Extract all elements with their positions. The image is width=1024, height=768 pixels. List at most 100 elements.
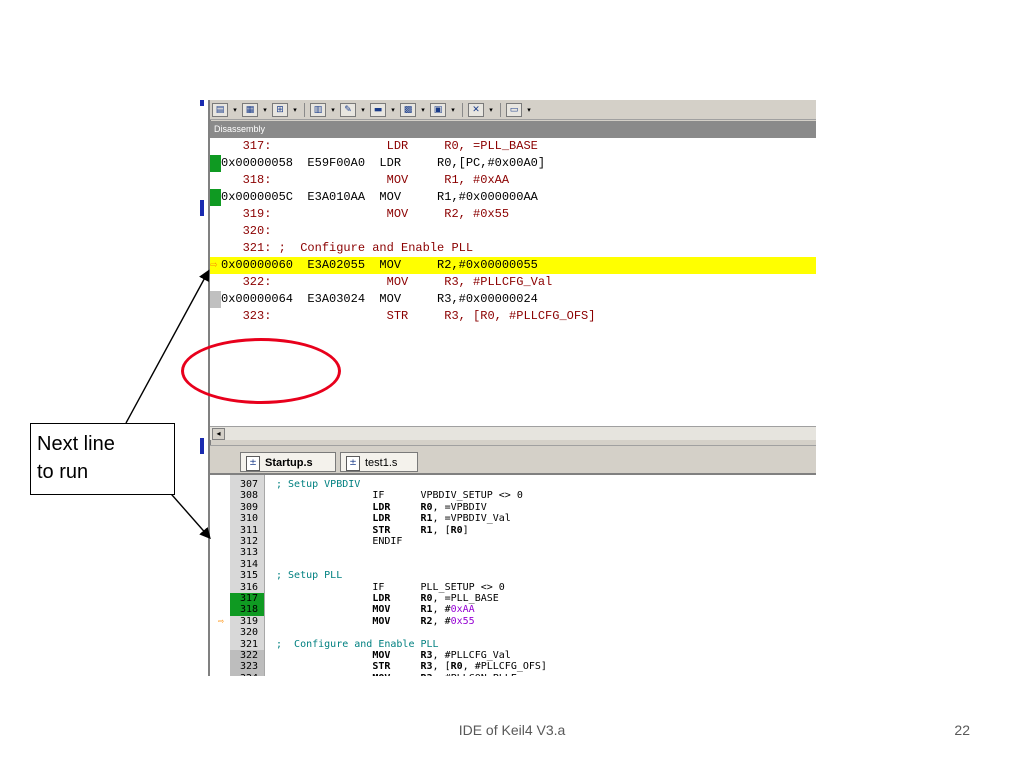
comment-token: ; Setup VPBDIV <box>276 479 361 490</box>
source-line[interactable]: 321 ; Configure and Enable PLL <box>210 639 816 650</box>
line-number: 310 <box>240 513 259 525</box>
memory-icon[interactable]: ▥ <box>310 102 326 117</box>
code-text: LDR R1, =VPBDIV_Val <box>276 513 511 524</box>
disassembly-source-line[interactable]: 317: LDR R0, =PLL_BASE <box>210 138 816 155</box>
code-token: , =PLL_BASE <box>432 593 499 604</box>
chevron-down-icon[interactable]: ▾ <box>487 103 495 117</box>
source-line[interactable]: 324 MOV R3, #PLLCON_PLLE <box>210 672 816 676</box>
source-line[interactable]: 322 MOV R3, #PLLCFG_Val <box>210 650 816 662</box>
source-line[interactable]: 323 STR R3, [R0, #PLLCFG_OFS] <box>210 661 816 673</box>
asm-file-icon: ± <box>246 456 260 471</box>
system-viewer-icon[interactable]: ▣ <box>430 102 446 117</box>
disassembly-instruction-line[interactable]: 0x00000064 E3A03024 MOV R3,#0x00000024 <box>210 291 816 308</box>
disassembly-source-line[interactable]: 322: MOV R3, #PLLCFG_Val <box>210 274 816 291</box>
keyword-token: STR <box>372 661 391 673</box>
disassembly-source-line[interactable]: 323: STR R3, [R0, #PLLCFG_OFS] <box>210 308 816 325</box>
line-number: 324 <box>240 673 258 676</box>
code-marker <box>210 291 221 308</box>
line-number: 319 <box>240 615 259 627</box>
line-number: 320 <box>240 627 259 639</box>
window-icon[interactable]: ▭ <box>506 102 522 117</box>
source-line[interactable]: 307 ; Setup VPBDIV <box>210 479 816 490</box>
source-editor[interactable]: 307 ; Setup VPBDIV 308 IF VPBDIV_SETUP <> … <box>210 473 816 676</box>
source-line[interactable]: 313 <box>210 547 816 558</box>
code-token: ENDIF <box>276 536 403 547</box>
tab-label: Startup.s <box>265 457 313 469</box>
source-line[interactable]: 312 ENDIF <box>210 536 816 547</box>
line-number: 314 <box>240 558 259 570</box>
scroll-left-icon[interactable]: ◂ <box>212 428 225 440</box>
code-text: MOV R2, #0x55 <box>276 615 474 627</box>
watch-icon[interactable]: ⊞ <box>272 102 288 117</box>
trace-icon[interactable]: ▩ <box>400 102 416 117</box>
source-line[interactable]: 320 <box>210 627 816 638</box>
code-token: , #PLLCFG_OFS] <box>462 661 547 673</box>
source-line[interactable]: 317 LDR R0, =PLL_BASE <box>210 593 816 605</box>
arrow-to-disassembly <box>125 269 210 424</box>
disassembly-source-line[interactable]: 319: MOV R2, #0x55 <box>210 206 816 223</box>
disassembly-instruction-line[interactable]: 0x0000005C E3A010AA MOV R1,#0x000000AA <box>210 189 816 206</box>
chevron-down-icon[interactable]: ▾ <box>329 103 337 117</box>
gutter-cell <box>210 172 221 189</box>
gutter-cell <box>210 206 221 223</box>
line-text: 320: <box>221 224 272 238</box>
toolbar-separator <box>500 102 501 117</box>
source-line[interactable]: 315 ; Setup PLL <box>210 570 816 581</box>
comment-token: ; Setup PLL <box>276 570 343 582</box>
keyword-token: MOV <box>372 615 391 627</box>
chevron-down-icon[interactable]: ▾ <box>389 103 397 117</box>
source-line[interactable]: 318 MOV R1, #0xAA <box>210 604 816 616</box>
chevron-down-icon[interactable]: ▾ <box>291 103 299 117</box>
gutter-cell <box>210 308 221 325</box>
tab-startup[interactable]: ± Startup.s <box>240 452 336 472</box>
chevron-down-icon[interactable]: ▾ <box>449 103 457 117</box>
source-line[interactable]: 310 LDR R1, =VPBDIV_Val <box>210 513 816 524</box>
chevron-down-icon[interactable]: ▾ <box>419 103 427 117</box>
chevron-down-icon[interactable]: ▾ <box>525 103 533 117</box>
disassembly-source-line[interactable]: 318: MOV R1, #0xAA <box>210 172 816 189</box>
disassembly-source-line[interactable]: 320: <box>210 223 816 240</box>
gutter-cell <box>210 223 221 240</box>
analysis-icon[interactable]: ▬ <box>370 102 386 117</box>
keyword-token: LDR <box>372 593 391 604</box>
keyword-token: R3 <box>421 673 433 676</box>
serial-icon[interactable]: ✎ <box>340 102 356 117</box>
disassembly-instruction-line[interactable]: ⇨ 0x00000060 E3A02055 MOV R2,#0x00000055 <box>210 257 816 274</box>
source-line[interactable]: 311 STR R1, [R0] <box>210 525 816 536</box>
disassembly-instruction-line[interactable]: 0x00000058 E59F00A0 LDR R0,[PC,#0x00A0] <box>210 155 816 172</box>
source-line[interactable]: 314 <box>210 559 816 570</box>
line-text: 318: MOV R1, #0xAA <box>221 173 510 187</box>
source-line[interactable]: 309 LDR R0, =VPBDIV <box>210 502 816 513</box>
chevron-down-icon[interactable]: ▾ <box>261 103 269 117</box>
source-line[interactable]: 316 IF PLL_SETUP <> 0 <box>210 582 816 593</box>
cpu-icon[interactable]: ▤ <box>212 102 228 117</box>
source-line[interactable]: ⇨ 319 MOV R2, #0x55 <box>210 616 816 627</box>
tab-test1[interactable]: ± test1.s <box>340 452 418 472</box>
registers-icon[interactable]: ▦ <box>242 102 258 117</box>
disassembly-source-line[interactable]: 321: ; Configure and Enable PLL <box>210 240 816 257</box>
code-token: , # <box>432 604 451 616</box>
source-line[interactable]: 308 IF VPBDIV_SETUP <> 0 <box>210 490 816 501</box>
code-token: IF VPBDIV_SETUP <> 0 <box>276 490 523 502</box>
code-token: , # <box>432 615 451 627</box>
line-text: 322: MOV R3, #PLLCFG_Val <box>221 275 553 289</box>
line-number: 307 <box>240 479 259 490</box>
chevron-down-icon[interactable]: ▾ <box>231 103 239 117</box>
code-token: , #PLLCON_PLLE <box>433 673 517 676</box>
keyword-token: R0 <box>420 593 433 604</box>
code-text: IF PLL_SETUP <> 0 <box>276 582 504 593</box>
chevron-down-icon[interactable]: ▾ <box>359 103 367 117</box>
toolbox-icon[interactable]: ✕ <box>468 102 484 117</box>
line-number: 323 <box>240 661 259 673</box>
horizontal-scrollbar[interactable]: ◂ <box>210 426 816 440</box>
